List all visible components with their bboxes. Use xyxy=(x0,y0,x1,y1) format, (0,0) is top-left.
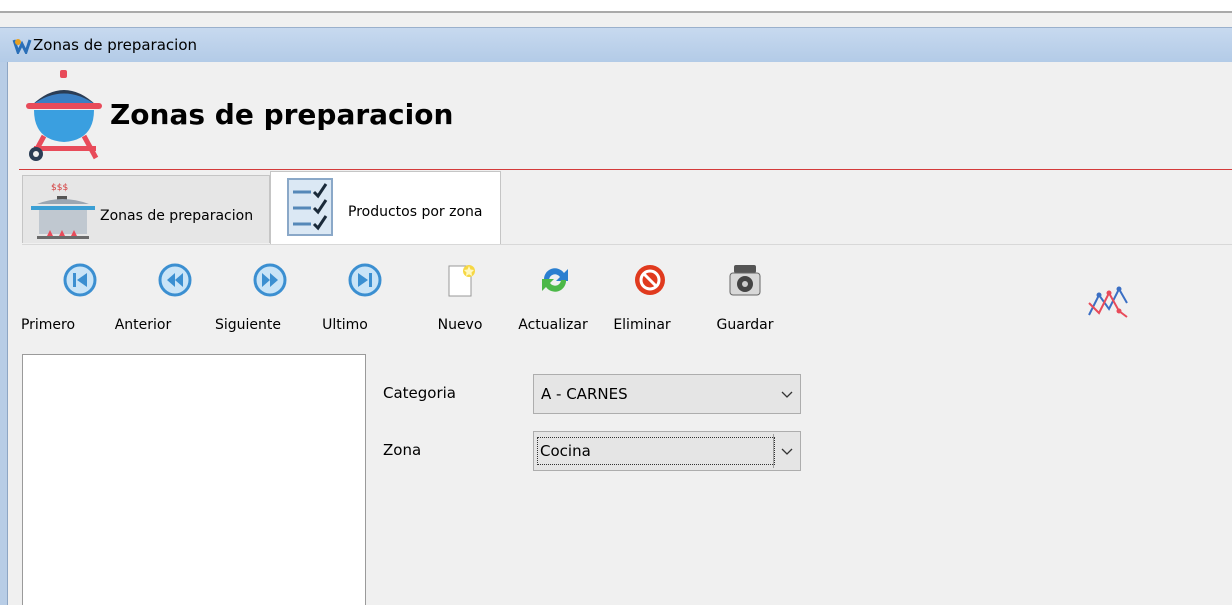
app-icon xyxy=(12,39,32,54)
primero-label: Primero xyxy=(20,317,76,333)
toolbar: Primero Anterior Siguiente Ultimo Nuevo … xyxy=(21,255,800,345)
refresh-icon xyxy=(542,268,568,292)
cooking-pot-icon: $$$ xyxy=(31,183,95,239)
siguiente-button[interactable]: Siguiente xyxy=(215,255,310,340)
svg-text:$$$: $$$ xyxy=(51,183,68,193)
window-title: Zonas de preparacion xyxy=(33,36,198,54)
zona-select[interactable]: Cocina xyxy=(533,431,801,471)
first-record-icon xyxy=(63,263,97,297)
anterior-button[interactable]: Anterior xyxy=(115,255,215,340)
guardar-label: Guardar xyxy=(716,317,774,333)
last-record-icon xyxy=(348,263,382,297)
categoria-select[interactable]: A - CARNES xyxy=(533,374,801,414)
next-record-icon xyxy=(253,263,287,297)
window-titlebar[interactable]: Zonas de preparacion xyxy=(0,27,1232,62)
siguiente-label: Siguiente xyxy=(214,317,281,333)
tab-zonas[interactable]: $$$ Zonas de preparacion xyxy=(22,175,270,243)
guardar-button[interactable]: Guardar xyxy=(705,255,785,340)
product-list[interactable] xyxy=(22,354,366,605)
zona-label: Zona xyxy=(383,441,422,459)
checklist-icon xyxy=(287,178,333,236)
tab-productos[interactable]: Productos por zona xyxy=(270,171,501,245)
ultimo-label: Ultimo xyxy=(322,317,368,333)
actualizar-button[interactable]: Actualizar xyxy=(515,255,595,340)
previous-record-icon xyxy=(158,263,192,297)
chevron-down-icon xyxy=(781,391,793,398)
page-title: Zonas de preparacion xyxy=(110,98,454,131)
chevron-down-icon xyxy=(781,448,793,455)
eliminar-label: Eliminar xyxy=(613,317,671,333)
new-document-icon xyxy=(448,265,475,297)
eliminar-button[interactable]: Eliminar xyxy=(610,255,690,340)
window-left-border xyxy=(0,62,8,605)
top-strip xyxy=(0,0,1232,13)
tab-bar: $$$ Zonas de preparacion Productos por z… xyxy=(22,171,1232,245)
grill-icon xyxy=(26,70,102,161)
categoria-label: Categoria xyxy=(383,384,457,402)
nuevo-button[interactable]: Nuevo xyxy=(420,255,500,340)
chart-icon[interactable] xyxy=(1085,285,1131,321)
categoria-value: A - CARNES xyxy=(541,385,628,403)
anterior-label: Anterior xyxy=(114,317,172,333)
save-disk-icon xyxy=(729,265,761,296)
ultimo-button[interactable]: Ultimo xyxy=(322,255,405,340)
zona-value: Cocina xyxy=(537,437,775,465)
nuevo-label: Nuevo xyxy=(437,317,483,333)
tab-productos-label: Productos por zona xyxy=(348,204,483,220)
actualizar-label: Actualizar xyxy=(518,317,588,333)
tab-zonas-label: Zonas de preparacion xyxy=(100,208,254,224)
delete-icon xyxy=(635,265,665,295)
